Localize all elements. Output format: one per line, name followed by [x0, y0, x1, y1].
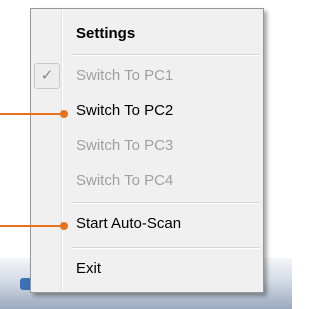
callout-dot [60, 110, 68, 118]
tray-context-menu: Settings ✓ Switch To PC1 Switch To PC2 S… [30, 8, 264, 293]
menu-item-label: Switch To PC4 [76, 172, 174, 189]
menu-item-label: Switch To PC3 [76, 137, 174, 154]
menu-item-settings[interactable]: Settings [31, 19, 263, 49]
menu-item-switch-pc1: ✓ Switch To PC1 [31, 61, 263, 91]
menu-item-exit[interactable]: Exit [31, 254, 263, 284]
menu-item-label: Settings [76, 25, 136, 42]
menu-separator [72, 54, 260, 56]
callout-line [0, 113, 62, 115]
callout-line [0, 225, 62, 227]
menu-separator [72, 247, 260, 249]
menu-item-label: Start Auto-Scan [76, 215, 182, 232]
checkmark-icon: ✓ [34, 63, 60, 89]
callout-dot [60, 222, 68, 230]
menu-item-label: Switch To PC1 [76, 67, 174, 84]
menu-item-label: Switch To PC2 [76, 102, 174, 119]
menu-item-switch-pc3: Switch To PC3 [31, 131, 263, 161]
menu-item-label: Exit [76, 260, 102, 277]
menu-separator [72, 202, 260, 204]
menu-item-switch-pc4: Switch To PC4 [31, 166, 263, 196]
